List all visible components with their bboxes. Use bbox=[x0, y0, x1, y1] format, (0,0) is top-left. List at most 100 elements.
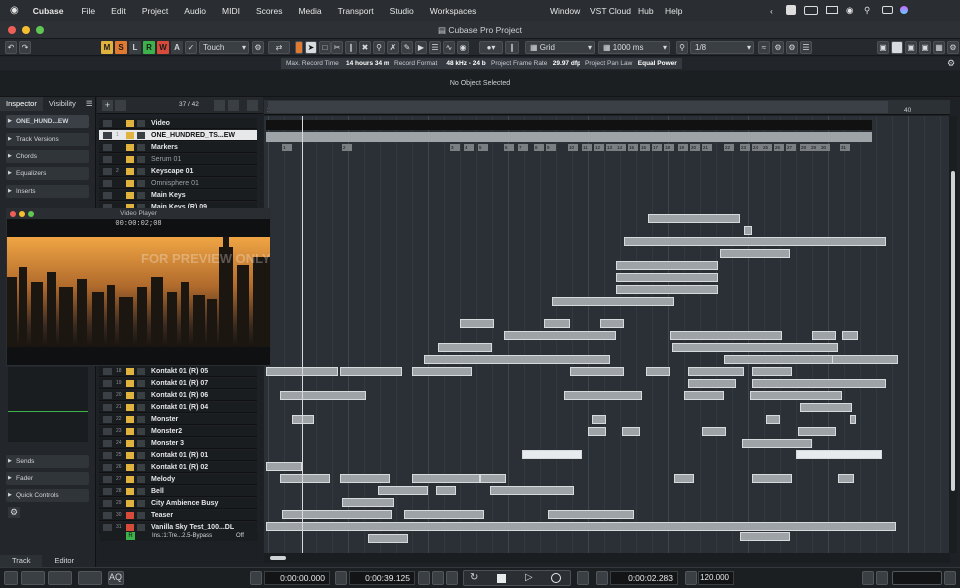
midi-part[interactable] bbox=[740, 532, 790, 541]
track-row[interactable]: 22 Monster bbox=[99, 414, 257, 425]
inspector-track-name[interactable]: ONE_HUND...EW bbox=[6, 115, 89, 128]
layout-inspector-icon[interactable] bbox=[891, 41, 903, 54]
cycle-range[interactable] bbox=[268, 101, 888, 113]
track-row[interactable]: 25 Kontakt 01 (R) 01 bbox=[99, 450, 257, 461]
track-mute-button[interactable] bbox=[126, 500, 134, 507]
cycle-icon[interactable]: ↻ bbox=[470, 572, 478, 583]
timeline-ruler[interactable]: 1 5 10 15 20 25 30 35 40 bbox=[264, 100, 950, 115]
midi-part[interactable] bbox=[648, 214, 740, 223]
marker-display[interactable] bbox=[892, 571, 942, 585]
search-track-icon[interactable] bbox=[247, 100, 258, 111]
vertical-scrollbar[interactable] bbox=[949, 116, 957, 553]
midi-part[interactable] bbox=[752, 474, 792, 483]
track-solo-button[interactable] bbox=[137, 416, 145, 423]
midi-part[interactable] bbox=[766, 415, 780, 424]
horizontal-scrollbar[interactable] bbox=[264, 553, 950, 563]
info-frame-rate[interactable]: Project Frame Rate 29.97 dfps bbox=[486, 58, 590, 69]
track-row[interactable]: 2 Keyscape 01 bbox=[99, 166, 257, 177]
redo-icon[interactable]: ↷ bbox=[19, 41, 31, 54]
midi-part[interactable] bbox=[340, 367, 402, 376]
layout-bottom-icon[interactable]: ▣ bbox=[919, 41, 931, 54]
quantize-select[interactable]: 1/8 ▾ bbox=[690, 41, 754, 54]
iterative-quantize-icon[interactable]: ≈ bbox=[758, 41, 770, 54]
layout-zones-icon[interactable]: ▦ bbox=[933, 41, 945, 54]
track-row[interactable]: 30 Teaser bbox=[99, 510, 257, 521]
section-track-versions[interactable]: Track Versions bbox=[6, 133, 89, 146]
track-mute-button[interactable] bbox=[126, 440, 134, 447]
track-mute-button[interactable] bbox=[126, 156, 134, 163]
midi-part[interactable] bbox=[842, 331, 858, 340]
track-solo-button[interactable] bbox=[137, 368, 145, 375]
midi-part[interactable] bbox=[622, 427, 640, 436]
midi-part[interactable] bbox=[592, 415, 606, 424]
glue-tool-icon[interactable]: ∥ bbox=[345, 41, 357, 54]
zoom-tool-icon[interactable]: ⚲ bbox=[373, 41, 385, 54]
track-row[interactable]: 27 Melody bbox=[99, 474, 257, 485]
project-window[interactable]: 1 2 3 4 5 6 7 8 9 10 11 12 13 14 15 16 17 18 19 20 21 22 23 24 2… bbox=[264, 116, 950, 562]
midi-part[interactable] bbox=[504, 331, 616, 340]
color-tool-icon[interactable]: ◉ bbox=[457, 41, 469, 54]
snap-toggle-icon[interactable]: ∥ bbox=[505, 41, 519, 54]
track-row[interactable]: 19 Kontakt 01 (R) 07 bbox=[99, 378, 257, 389]
chevron-left-icon[interactable]: ‹ bbox=[770, 6, 773, 16]
info-pan-law[interactable]: Project Pan Law Equal Power bbox=[580, 58, 682, 69]
track-solo-button[interactable] bbox=[137, 392, 145, 399]
section-equalizers[interactable]: Equalizers bbox=[6, 167, 89, 180]
track-row[interactable]: 1 ONE_HUNDRED_TS...EW bbox=[99, 130, 257, 141]
track-mute-button[interactable] bbox=[126, 380, 134, 387]
menu-midi[interactable]: MIDI bbox=[222, 6, 240, 16]
midi-part[interactable] bbox=[404, 510, 484, 519]
track-solo-button[interactable] bbox=[137, 132, 145, 139]
midi-part[interactable] bbox=[412, 367, 472, 376]
menu-audio[interactable]: Audio bbox=[184, 6, 206, 16]
object-selection-tool-icon[interactable]: ➤ bbox=[305, 41, 317, 54]
split-tool-icon[interactable]: ✂ bbox=[331, 41, 343, 54]
marker-event[interactable]: 12 bbox=[594, 144, 604, 151]
midi-part[interactable] bbox=[490, 486, 574, 495]
apple-icon[interactable]: ◉ bbox=[10, 5, 19, 16]
left-locator-icon[interactable] bbox=[250, 571, 262, 585]
track-row[interactable]: Main Keys bbox=[99, 190, 257, 201]
lock-icon[interactable] bbox=[214, 100, 225, 111]
system-tray-icon[interactable] bbox=[786, 5, 796, 15]
cycle-mode-icon[interactable]: ⇄ bbox=[268, 41, 290, 54]
midi-part[interactable] bbox=[460, 319, 494, 328]
marker-event[interactable]: 21 bbox=[702, 144, 712, 151]
inserts-slots[interactable] bbox=[8, 367, 88, 442]
midi-part[interactable] bbox=[724, 355, 836, 364]
menu-studio[interactable]: Studio bbox=[390, 6, 414, 16]
marker-event[interactable]: 11 bbox=[582, 144, 592, 151]
menu-edit[interactable]: Edit bbox=[111, 6, 126, 16]
marker-event[interactable]: 25 bbox=[762, 144, 772, 151]
rewind-icon[interactable] bbox=[432, 571, 444, 585]
track-solo-button[interactable] bbox=[137, 180, 145, 187]
marker-event[interactable]: 29 bbox=[810, 144, 820, 151]
marker-event[interactable]: 5 bbox=[478, 144, 488, 151]
folder-icon[interactable] bbox=[115, 100, 126, 111]
midi-part[interactable] bbox=[368, 534, 408, 543]
track-solo-button[interactable] bbox=[137, 524, 145, 531]
auto-quantize-button[interactable]: AQ bbox=[108, 571, 124, 585]
track-mute-button[interactable] bbox=[126, 488, 134, 495]
left-locator-display[interactable]: 0:00:00.000 bbox=[264, 571, 330, 585]
track-solo-button[interactable] bbox=[137, 428, 145, 435]
global-mute-button[interactable]: M bbox=[101, 41, 113, 54]
marker-event[interactable]: 4 bbox=[464, 144, 474, 151]
track-row[interactable]: 26 Kontakt 01 (R) 02 bbox=[99, 462, 257, 473]
midi-part[interactable] bbox=[752, 367, 792, 376]
menu-transport[interactable]: Transport bbox=[338, 6, 374, 16]
track-row[interactable]: 18 Kontakt 01 (R) 05 bbox=[99, 366, 257, 377]
marker-event[interactable]: 30 bbox=[820, 144, 830, 151]
track-mute-button[interactable] bbox=[126, 368, 134, 375]
track-row[interactable]: Omnisphere 01 bbox=[99, 178, 257, 189]
info-settings-icon[interactable]: ⚙ bbox=[947, 58, 955, 69]
tempo-track-icon[interactable] bbox=[685, 571, 697, 585]
wifi-icon[interactable]: ◉ bbox=[846, 5, 853, 16]
vscroll-thumb[interactable] bbox=[951, 171, 955, 491]
info-record-format[interactable]: Record Format 48 kHz - 24 bit bbox=[389, 58, 495, 69]
track-mute-button[interactable] bbox=[126, 416, 134, 423]
record-mode-icon[interactable] bbox=[21, 571, 45, 585]
track-solo-button[interactable] bbox=[137, 512, 145, 519]
info-max-record-time[interactable]: Max. Record Time 14 hours 34 mins bbox=[281, 58, 405, 69]
midi-part[interactable] bbox=[378, 486, 428, 495]
